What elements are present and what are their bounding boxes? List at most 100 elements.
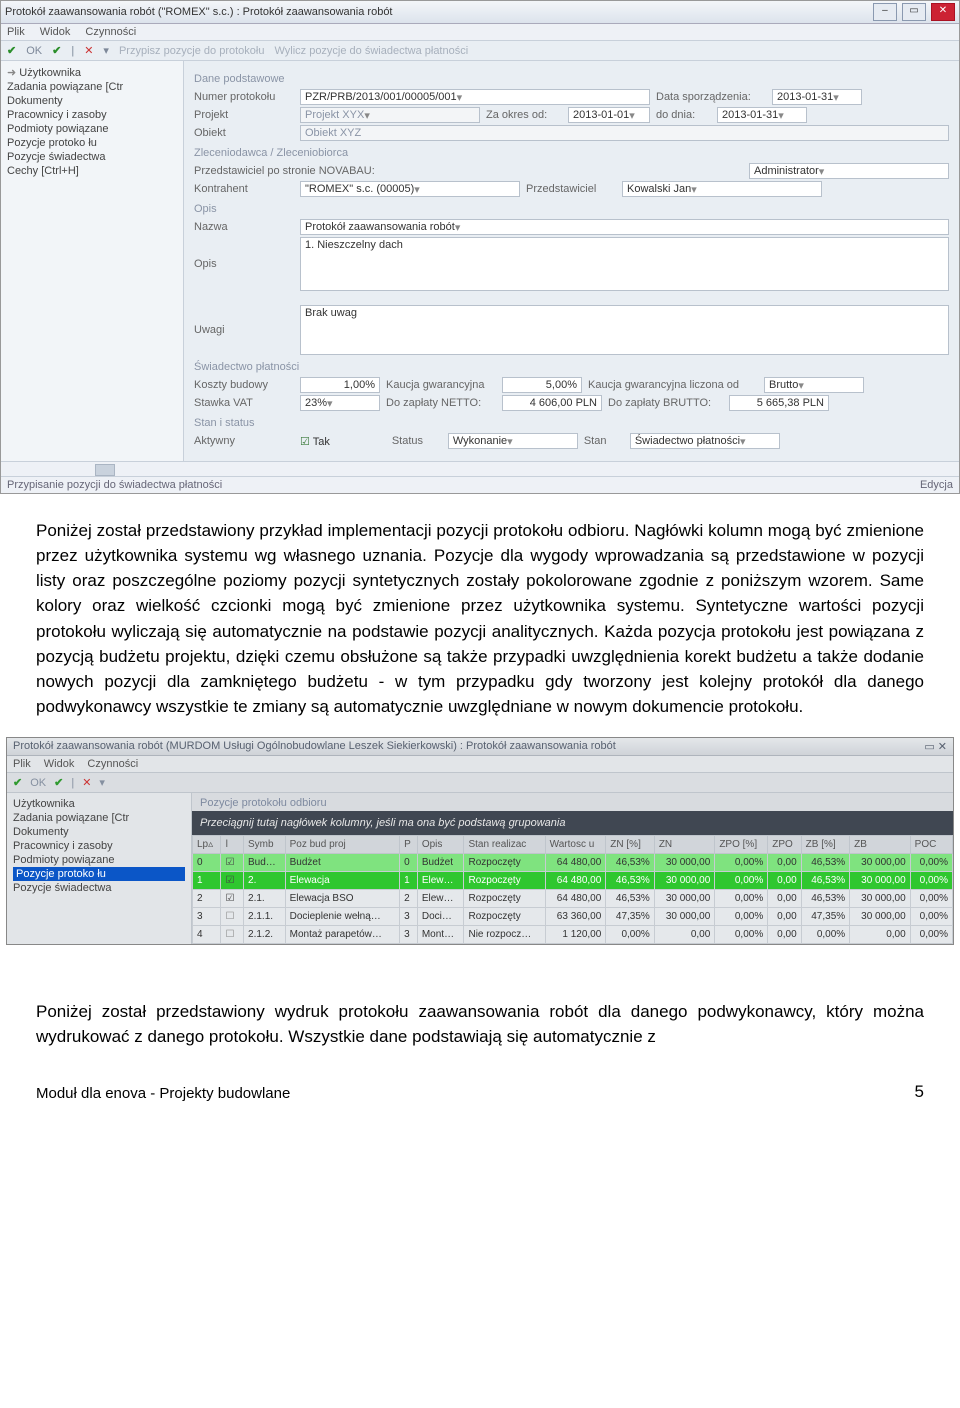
menu2-actions[interactable]: Czynności: [87, 758, 138, 770]
field-netto[interactable]: 4 606,00 PLN: [502, 395, 602, 411]
lbl-kaucja: Kaucja gwarancyjna: [386, 379, 496, 391]
field-opis[interactable]: 1. Nieszczelny dach: [300, 237, 949, 291]
window-buttons: – ▭ ✕: [871, 3, 955, 21]
group-swiad: Świadectwo płatności: [194, 361, 949, 373]
table-row[interactable]: 22.1.Elewacja BSO2Elew…Rozpoczęty64 480,…: [193, 890, 953, 908]
paragraph-2: Poniżej został przedstawiony wydruk prot…: [0, 945, 960, 1055]
grid-header-cell[interactable]: Wartosc u: [545, 836, 606, 854]
sidebar: Użytkownika Zadania powiązane [Ctr Dokum…: [1, 61, 184, 461]
grid-header-cell[interactable]: ǀ: [221, 836, 244, 854]
field-obiekt[interactable]: Obiekt XYZ: [300, 125, 949, 141]
sidebar-item-user[interactable]: Użytkownika: [7, 65, 177, 80]
sep2: |: [71, 777, 74, 789]
sidebar-item-workers[interactable]: Pracownicy i zasoby: [7, 108, 177, 122]
close-button[interactable]: ✕: [931, 3, 955, 21]
grid-header-cell[interactable]: ZN: [654, 836, 714, 854]
calc-positions-button[interactable]: Wylicz pozycje do świadectwa płatności: [274, 45, 468, 57]
table-row[interactable]: 0Bud…Budżet0BudżetRozpoczęty64 480,0046,…: [193, 854, 953, 872]
field-numer[interactable]: PZR/PRB/2013/001/00005/001: [300, 89, 650, 105]
grid-header-cell[interactable]: ZPO: [768, 836, 801, 854]
lbl-opis: Opis: [194, 258, 294, 270]
sidebar2-item[interactable]: Pracownicy i zasoby: [13, 839, 185, 853]
field-admin[interactable]: Administrator: [749, 163, 949, 179]
assign-positions-button[interactable]: Przypisz pozycje do protokołu: [119, 45, 265, 57]
grid-header-cell[interactable]: ZPO [%]: [715, 836, 768, 854]
field-do-dnia[interactable]: 2013-01-31: [717, 107, 807, 123]
lbl-obiekt: Obiekt: [194, 127, 294, 139]
menu2-file[interactable]: Plik: [13, 758, 31, 770]
lbl-stan: Stan: [584, 435, 624, 447]
group-drop-header[interactable]: Przeciągnij tutaj nagłówek kolumny, jeśl…: [192, 811, 953, 835]
check-icon[interactable]: ✔: [7, 44, 16, 57]
field-stan[interactable]: Świadectwo płatności: [630, 433, 780, 449]
page-footer: Moduł dla enova - Projekty budowlane 5: [0, 1056, 960, 1112]
field-data-sporz[interactable]: 2013-01-31: [772, 89, 862, 105]
lbl-numer: Numer protokołu: [194, 91, 294, 103]
sidebar-item-positions[interactable]: Pozycje protoko łu: [7, 136, 177, 150]
sidebar2: UżytkownikaZadania powiązane [CtrDokumen…: [7, 793, 192, 944]
grid-header-cell[interactable]: ZN [%]: [606, 836, 655, 854]
x-icon[interactable]: ✕: [84, 44, 93, 57]
grid-header-cell[interactable]: Symb: [244, 836, 286, 854]
sidebar-item-tasks[interactable]: Zadania powiązane [Ctr: [7, 80, 177, 94]
field-nazwa[interactable]: Protokół zaawansowania robót: [300, 219, 949, 235]
field-przedstawiciel[interactable]: Kowalski Jan: [622, 181, 822, 197]
checkbox-aktywny[interactable]: Tak: [300, 435, 330, 448]
positions-grid[interactable]: Lp▵ǀSymbPoz bud projPOpisStan realizacWa…: [192, 835, 953, 944]
lbl-status: Status: [392, 435, 442, 447]
sidebar2-item[interactable]: Zadania powiązane [Ctr: [13, 811, 185, 825]
field-kaucja-od[interactable]: Brutto: [764, 377, 864, 393]
sidebar2-item[interactable]: Podmioty powiązane: [13, 853, 185, 867]
menu2-view[interactable]: Widok: [44, 758, 75, 770]
titlebar: Protokół zaawansowania robót ("ROMEX" s.…: [1, 1, 959, 24]
minimize-button[interactable]: –: [873, 3, 897, 21]
lbl-uwagi: Uwagi: [194, 324, 294, 336]
grid-header-cell[interactable]: Opis: [417, 836, 464, 854]
field-kaucja[interactable]: 5,00%: [502, 377, 582, 393]
field-koszty[interactable]: 1,00%: [300, 377, 380, 393]
menubar: Plik Widok Czynności: [1, 24, 959, 41]
table-row[interactable]: 32.1.1.Docieplenie wełną…3Doci…Rozpoczęt…: [193, 908, 953, 926]
field-uwagi[interactable]: Brak uwag: [300, 305, 949, 355]
field-kontrahent[interactable]: "ROMEX" s.c. (00005): [300, 181, 520, 197]
check-icon2[interactable]: ✔: [13, 776, 22, 789]
chevron-down-icon[interactable]: ▾: [103, 44, 109, 57]
sidebar2-item[interactable]: Użytkownika: [13, 797, 185, 811]
x-icon2[interactable]: ✕: [82, 776, 91, 789]
field-status[interactable]: Wykonanie: [448, 433, 578, 449]
group-zlec: Zleceniodawca / Zleceniobiorca: [194, 147, 949, 159]
h-scrollbar[interactable]: [1, 461, 959, 476]
grid-header-cell[interactable]: ZB [%]: [801, 836, 850, 854]
ok-button[interactable]: OK: [26, 45, 42, 57]
grid-header-cell[interactable]: Lp▵: [193, 836, 221, 854]
grid-header-cell[interactable]: POC: [910, 836, 952, 854]
sidebar-item-entities[interactable]: Podmioty powiązane: [7, 122, 177, 136]
grid-header-cell[interactable]: Stan realizac: [464, 836, 545, 854]
sidebar-item-documents[interactable]: Dokumenty: [7, 94, 177, 108]
status-right: Edycja: [920, 479, 953, 491]
maximize-button[interactable]: ▭: [902, 3, 926, 21]
field-za-okres[interactable]: 2013-01-01: [568, 107, 650, 123]
sidebar2-item[interactable]: Pozycje świadectwa: [13, 881, 185, 895]
table-row[interactable]: 42.1.2.Montaż parapetów…3Mont…Nie rozpoc…: [193, 926, 953, 944]
field-projekt[interactable]: Projekt XYX: [300, 107, 480, 123]
check2-icon2[interactable]: ✔: [54, 776, 63, 789]
field-stawka[interactable]: 23%: [300, 395, 380, 411]
grid-header-cell[interactable]: Poz bud proj: [285, 836, 400, 854]
table-row[interactable]: 12.Elewacja1Elew…Rozpoczęty64 480,0046,5…: [193, 872, 953, 890]
chevron-down-icon2[interactable]: ▾: [99, 776, 105, 789]
sidebar-item-features[interactable]: Cechy [Ctrl+H]: [7, 164, 177, 178]
sidebar2-item[interactable]: Dokumenty: [13, 825, 185, 839]
grid-header-cell[interactable]: P: [400, 836, 418, 854]
menu-view[interactable]: Widok: [40, 26, 71, 38]
check2-icon[interactable]: ✔: [52, 44, 61, 57]
sidebar-item-certificate[interactable]: Pozycje świadectwa: [7, 150, 177, 164]
paragraph-1: Poniżej został przedstawiony przykład im…: [0, 494, 960, 737]
lbl-data-sporz: Data sporządzenia:: [656, 91, 766, 103]
grid-header-cell[interactable]: ZB: [850, 836, 910, 854]
menu-file[interactable]: Plik: [7, 26, 25, 38]
field-brutto[interactable]: 5 665,38 PLN: [729, 395, 829, 411]
ok-button2[interactable]: OK: [30, 777, 46, 789]
menu-actions[interactable]: Czynności: [85, 26, 136, 38]
sidebar2-item[interactable]: Pozycje protoko łu: [13, 867, 185, 881]
